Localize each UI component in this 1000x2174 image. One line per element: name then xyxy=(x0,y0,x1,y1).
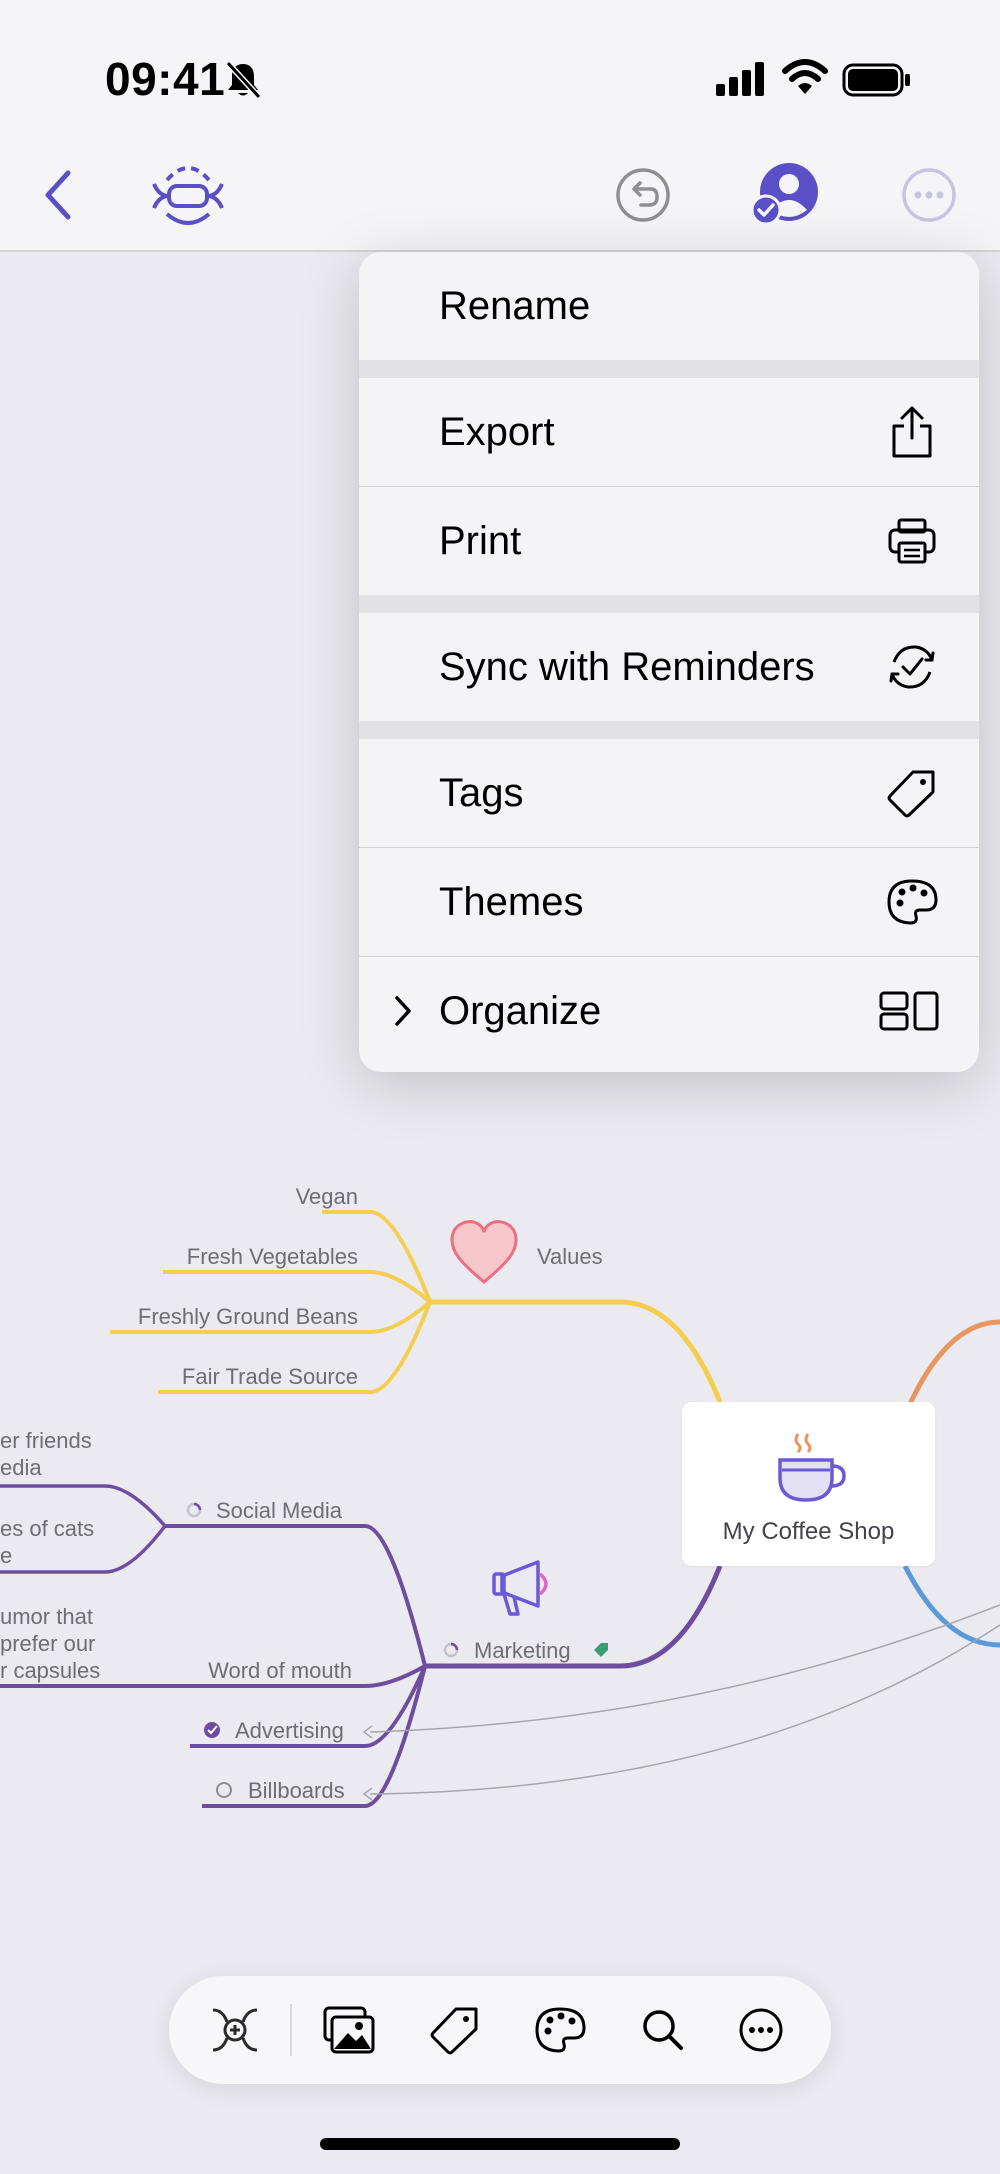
coffee-cup-icon xyxy=(778,1433,846,1502)
wifi-icon xyxy=(782,59,828,94)
menu-item-organize-label: Organize xyxy=(439,988,602,1033)
bottom-more-button[interactable] xyxy=(733,2002,789,2058)
status-bar: 09:41 xyxy=(0,0,1000,140)
menu-item-sync-label: Sync with Reminders xyxy=(439,644,815,689)
home-indicator[interactable] xyxy=(320,2138,680,2150)
undo-icon xyxy=(616,168,670,222)
tag-icon xyxy=(430,2007,478,2055)
mind-map-icon xyxy=(152,166,224,225)
menu-item-print-label: Print xyxy=(439,518,522,563)
battery-icon xyxy=(842,63,910,97)
social-media-node[interactable]: Social Media xyxy=(216,1498,343,1523)
undo-button[interactable] xyxy=(612,164,674,226)
word-of-mouth-child-line-3[interactable]: r capsules xyxy=(0,1658,100,1683)
collaborator-button[interactable] xyxy=(748,160,822,230)
word-of-mouth-node[interactable]: Word of mouth xyxy=(208,1658,352,1683)
values-node[interactable]: Values xyxy=(537,1244,603,1269)
menu-item-tags[interactable]: Tags xyxy=(359,739,979,847)
menu-item-rename-label: Rename xyxy=(439,283,591,328)
menu-item-sync-with-reminders[interactable]: Sync with Reminders xyxy=(359,613,979,721)
collaborator-avatar-icon xyxy=(750,163,818,226)
marketing-node[interactable]: Marketing xyxy=(474,1638,571,1663)
add-node-button[interactable] xyxy=(207,2002,263,2058)
billboards-todo-icon xyxy=(216,1782,232,1798)
menu-item-themes[interactable]: Themes xyxy=(359,848,979,956)
menu-item-export-label: Export xyxy=(439,409,555,454)
menu-section-divider xyxy=(359,721,979,739)
social-media-child-1-line-1[interactable]: er friends xyxy=(0,1428,92,1453)
menu-item-rename[interactable]: Rename xyxy=(359,252,979,360)
word-of-mouth-child-line-1[interactable]: umor that xyxy=(0,1604,93,1629)
back-button[interactable] xyxy=(30,160,86,230)
tag-icon xyxy=(885,766,939,820)
palette-icon xyxy=(535,2007,586,2053)
billboards-node[interactable]: Billboards xyxy=(248,1778,345,1803)
menu-item-tags-label: Tags xyxy=(439,770,524,815)
advertising-done-icon xyxy=(204,1722,220,1738)
image-icon xyxy=(323,2006,375,2054)
search-button[interactable] xyxy=(635,2002,691,2058)
printer-icon xyxy=(885,514,939,568)
value-item-fresh-vegetables[interactable]: Fresh Vegetables xyxy=(187,1244,358,1269)
social-media-child-2-line-2[interactable]: e xyxy=(0,1543,12,1568)
advertising-node[interactable]: Advertising xyxy=(235,1718,344,1743)
social-media-progress-icon xyxy=(186,1502,202,1518)
central-node-label: My Coffee Shop xyxy=(722,1518,895,1545)
status-time: 09:41 xyxy=(105,53,226,105)
chevron-right-icon xyxy=(395,996,411,1026)
mind-map-button[interactable] xyxy=(148,158,228,232)
heart-icon xyxy=(450,1220,518,1284)
bottom-toolbar xyxy=(169,1976,831,2084)
central-node[interactable]: My Coffee Shop xyxy=(682,1402,935,1566)
value-item-vegan[interactable]: Vegan xyxy=(296,1184,358,1209)
share-icon xyxy=(885,405,939,459)
more-icon xyxy=(739,2008,783,2052)
megaphone-icon xyxy=(492,1560,548,1616)
palette-icon xyxy=(885,875,939,929)
value-item-freshly-ground-beans[interactable]: Freshly Ground Beans xyxy=(138,1304,358,1329)
social-media-child-1-line-2[interactable]: edia xyxy=(0,1455,42,1480)
bell-slash-icon xyxy=(225,60,261,100)
tag-button[interactable] xyxy=(427,2002,483,2058)
menu-item-themes-label: Themes xyxy=(439,879,584,924)
more-options-menu: Rename Export Print Sync with Reminders xyxy=(359,252,979,1072)
cellular-signal-icon xyxy=(716,62,764,96)
word-of-mouth-child-line-2[interactable]: prefer our xyxy=(0,1631,95,1656)
social-media-child-2-line-1[interactable]: es of cats xyxy=(0,1516,94,1541)
sync-check-icon xyxy=(885,640,939,694)
menu-item-print[interactable]: Print xyxy=(359,487,979,595)
theme-button[interactable] xyxy=(532,2002,588,2058)
insert-image-button[interactable] xyxy=(321,2002,377,2058)
menu-item-export[interactable]: Export xyxy=(359,378,979,486)
more-button[interactable] xyxy=(898,164,960,226)
value-item-fair-trade-source[interactable]: Fair Trade Source xyxy=(182,1364,358,1389)
marketing-tag-icon xyxy=(594,1643,608,1657)
menu-section-divider xyxy=(359,360,979,378)
marketing-progress-icon xyxy=(443,1642,459,1658)
layout-icon xyxy=(879,984,939,1038)
more-icon xyxy=(902,168,956,222)
top-toolbar xyxy=(0,140,1000,252)
menu-item-organize[interactable]: Organize xyxy=(359,957,979,1065)
search-icon xyxy=(643,2010,683,2050)
add-node-icon xyxy=(212,2008,258,2052)
back-chevron-icon xyxy=(45,170,71,220)
menu-section-divider xyxy=(359,595,979,613)
